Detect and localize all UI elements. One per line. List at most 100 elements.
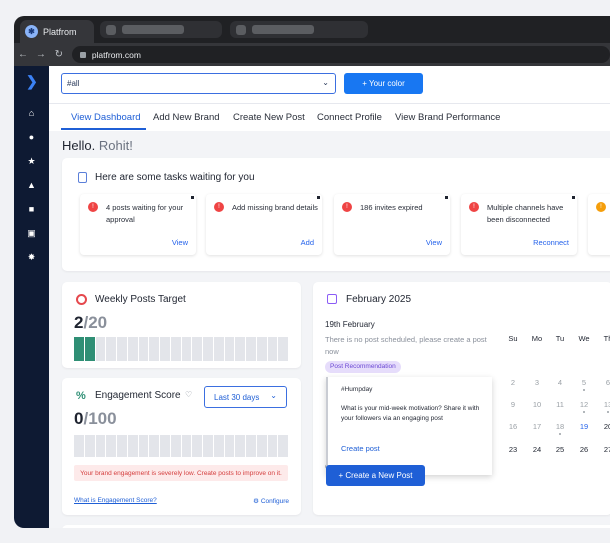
document-icon — [78, 172, 87, 183]
create-new-post-button[interactable]: + Create a New Post — [326, 465, 425, 486]
calendar-day[interactable]: 11 — [550, 400, 570, 409]
task-item: ! — [588, 194, 610, 255]
calendar-day[interactable]: 24 — [527, 445, 547, 454]
calendar-day[interactable]: 12 — [574, 400, 594, 409]
engagement-title: Engagement Score — [95, 390, 181, 401]
weekday-header: Su — [508, 334, 518, 343]
alert-icon: ! — [214, 202, 224, 212]
location-pin-icon[interactable]: ● — [26, 132, 37, 143]
calendar-day[interactable]: 16 — [503, 422, 523, 431]
calendar-day[interactable]: 23 — [503, 445, 523, 454]
top-controls: #all ⌄ + Your color — [49, 66, 610, 104]
engagement-warning: Your brand engagement is severely low. C… — [74, 465, 288, 481]
task-action-view[interactable]: View — [172, 238, 188, 247]
calendar-day[interactable]: 4 — [550, 378, 570, 387]
greeting: Hello. Rohit! — [62, 138, 133, 153]
progress-segment — [246, 337, 256, 361]
calendar-day[interactable]: 27 — [598, 445, 610, 454]
star-icon[interactable]: ★ — [26, 156, 37, 167]
browser-tab-placeholder[interactable] — [100, 21, 222, 38]
calendar-day[interactable]: 6 — [598, 378, 610, 387]
engagement-segment — [160, 435, 170, 457]
brand-select-value: #all — [67, 79, 80, 88]
engagement-segment — [84, 435, 95, 457]
engagement-help-link[interactable]: What is Engagement Score? — [74, 497, 157, 504]
engagement-segment — [117, 435, 127, 457]
calendar-day[interactable]: 18 — [550, 422, 570, 431]
period-select[interactable]: Last 30 days ⌄ — [204, 386, 287, 408]
calendar-title: February 2025 — [346, 294, 412, 305]
task-action-add[interactable]: Add — [301, 238, 314, 247]
your-color-button[interactable]: + Your color — [344, 73, 423, 94]
progress-segment — [192, 337, 202, 361]
info-icon[interactable]: ♡ — [185, 390, 192, 399]
tab-view-dashboard[interactable]: View Dashboard — [71, 112, 141, 123]
forward-arrow-icon[interactable]: → — [32, 49, 50, 60]
calendar-day[interactable]: 3 — [527, 378, 547, 387]
brand-select[interactable]: #all ⌄ — [61, 73, 336, 94]
engagement-segment — [203, 435, 213, 457]
alert-icon: ! — [469, 202, 479, 212]
alert-icon: ! — [596, 202, 606, 212]
browser-tab-active[interactable]: ✱ Platfrom — [20, 20, 94, 43]
progress-segment — [74, 337, 84, 361]
engagement-segment — [267, 435, 278, 457]
tasks-card: Here are some tasks waiting for you ! 4 … — [62, 158, 610, 271]
engagement-segment — [74, 435, 84, 457]
progress-segment — [127, 337, 138, 361]
progress-segment — [84, 337, 95, 361]
calendar-day[interactable]: 2 — [503, 378, 523, 387]
sidebar: ❯ ⌂ ● ★ ▲ ■ ▣ ✸ — [14, 66, 49, 528]
calendar-day[interactable]: 25 — [550, 445, 570, 454]
weekly-progress-bar — [74, 337, 288, 361]
weekday-header: We — [578, 334, 590, 343]
alert-icon: ! — [88, 202, 98, 212]
engagement-segment — [138, 435, 149, 457]
calendar-day[interactable]: 10 — [527, 400, 547, 409]
engagement-segment — [127, 435, 138, 457]
chat-icon[interactable]: ■ — [26, 204, 37, 215]
calendar-day[interactable]: 26 — [574, 445, 594, 454]
browser-tab-placeholder[interactable] — [230, 21, 368, 38]
weekday-header: Tu — [555, 334, 565, 343]
home-icon[interactable]: ⌂ — [26, 108, 37, 119]
content-ideas-card — [62, 525, 610, 528]
browser-tab-title: Platfrom — [43, 26, 77, 37]
greeting-name: Rohit! — [98, 138, 133, 153]
popup-text: What is your mid-week motivation? Share … — [341, 405, 480, 422]
logo-chevron-icon[interactable]: ❯ — [26, 74, 38, 88]
configure-link[interactable]: ⚙ Configure — [253, 497, 289, 505]
reload-icon[interactable]: ↻ — [50, 49, 68, 60]
main-tabs: View Dashboard Add New Brand Create New … — [49, 104, 610, 131]
popup-hashtag: #Humpday — [341, 386, 373, 393]
calendar-day[interactable]: 5 — [574, 378, 594, 387]
address-bar[interactable]: platfrom.com — [71, 46, 610, 63]
gallery-icon[interactable]: ▣ — [26, 228, 37, 239]
progress-segment — [235, 337, 245, 361]
calendar-day-selected[interactable]: 19 — [574, 422, 594, 431]
weekly-title: Weekly Posts Target — [95, 294, 186, 305]
tab-connect-profile[interactable]: Connect Profile — [317, 112, 382, 123]
gear-icon[interactable]: ✸ — [26, 252, 37, 263]
active-tab-indicator — [61, 128, 146, 130]
tab-add-new-brand[interactable]: Add New Brand — [153, 112, 220, 123]
back-arrow-icon[interactable]: ← — [14, 49, 32, 60]
engagement-segment — [106, 435, 116, 457]
calendar-day[interactable]: 9 — [503, 400, 523, 409]
progress-segment — [267, 337, 278, 361]
tab-view-brand-performance[interactable]: View Brand Performance — [395, 112, 500, 123]
task-action-view[interactable]: View — [426, 238, 442, 247]
engagement-card: % Engagement Score ♡ Last 30 days ⌄ 0/10… — [62, 378, 301, 515]
engagement-bar — [74, 435, 288, 457]
calendar-icon — [327, 294, 337, 304]
calendar-day[interactable]: 20 — [598, 422, 610, 431]
percent-icon: % — [76, 390, 86, 402]
chart-icon[interactable]: ▲ — [26, 180, 37, 191]
calendar-day[interactable]: 17 — [527, 422, 547, 431]
engagement-segment — [278, 435, 288, 457]
task-action-reconnect[interactable]: Reconnect — [533, 238, 569, 247]
selected-date: 19th February — [325, 320, 375, 329]
tab-create-new-post[interactable]: Create New Post — [233, 112, 305, 123]
calendar-day[interactable]: 13 — [598, 400, 610, 409]
create-post-link[interactable]: Create post — [341, 444, 380, 453]
